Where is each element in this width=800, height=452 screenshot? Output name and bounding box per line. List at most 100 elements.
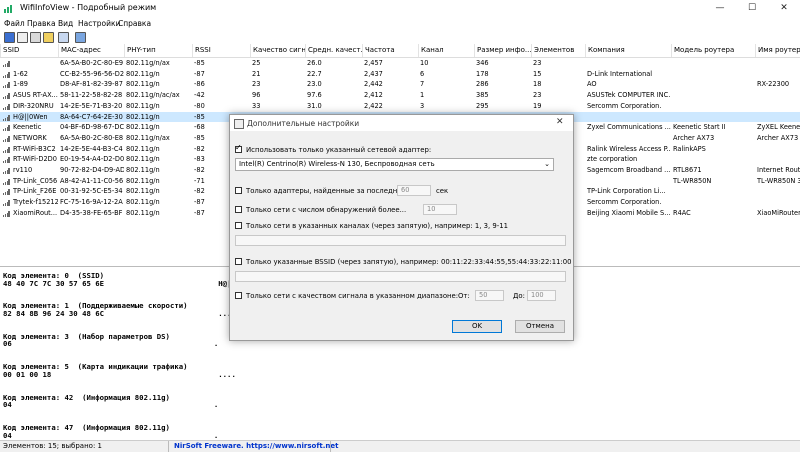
cell-elements: 18 (533, 80, 542, 89)
bssid-checkbox[interactable] (235, 258, 242, 265)
dialog-title-bar: Дополнительные настройки ✕ (230, 115, 573, 131)
column-header-router-name[interactable]: Имя роутера (755, 44, 800, 57)
column-header-elements[interactable]: Элементов (531, 44, 585, 57)
html-report-icon[interactable] (43, 32, 54, 43)
cell-router-model (671, 197, 755, 208)
cancel-button[interactable]: Отмена (515, 320, 565, 333)
cell-phy: 802.11g/n/ax (126, 59, 170, 67)
cell-phy: 802.11g/n (126, 144, 160, 153)
menu-file[interactable]: Файл (4, 17, 25, 30)
nirsoft-link[interactable]: NirSoft Freeware. https://www.nirsoft.ne… (174, 442, 338, 450)
menu-settings[interactable]: Настройки (78, 17, 120, 30)
cell-router-name (755, 101, 800, 112)
cell-router-model (671, 154, 755, 165)
channels-input[interactable] (235, 235, 566, 246)
use-adapter-checkbox[interactable] (235, 143, 242, 153)
column-header-quality[interactable]: Качество сигна... (250, 44, 305, 57)
minimize-button[interactable]: — (704, 0, 736, 17)
toolbar (0, 30, 800, 45)
cell-router-name: ZyXEL Keenetic (757, 123, 800, 132)
column-header-mac[interactable]: MAC-адрес (58, 44, 124, 57)
cell-company: Ralink Wireless Access P... (587, 144, 671, 153)
cell-phy: 802.11g/n (126, 198, 160, 207)
cell-ssid: Keenetic (13, 123, 42, 132)
cell-router-name: Internet Router (757, 166, 800, 174)
table-row[interactable]: 6A-5A-B0-2C-80-E9 802.11g/n/ax -85 25 26.0 2,… (0, 58, 800, 69)
cell-elements: 19 (533, 101, 542, 110)
column-header-rssi[interactable]: RSSI (192, 44, 250, 57)
table-row[interactable]: DIR-320NRU 14-2E-5E-71-B3-20 802.11g/n -80 3… (0, 101, 800, 112)
cell-frequency: 2,422 (364, 101, 383, 110)
cell-router-name (755, 90, 800, 101)
quality-to-input[interactable]: 100 (527, 290, 556, 301)
cell-frequency: 2,442 (364, 80, 383, 89)
cell-elements: 15 (533, 69, 542, 78)
bssid-label: Только указанные BSSID (через запятую), … (246, 258, 572, 266)
status-bar: Элементов: 15; выбрано: 1 NirSoft Freewa… (0, 440, 800, 452)
quality-checkbox[interactable] (235, 292, 242, 299)
cell-company: D-Link International (587, 69, 653, 78)
menu-edit[interactable]: Правка (27, 17, 56, 30)
hex-line: 82 84 8B 96 24 30 48 6C ...$0HI (3, 309, 250, 318)
menu-bar: Файл Правка Вид Настройки Справка (0, 17, 800, 30)
channels-checkbox[interactable] (235, 222, 242, 229)
hex-line: 06 . (3, 339, 219, 349)
detect-count-checkbox[interactable] (235, 206, 242, 213)
status-divider (330, 441, 331, 452)
cell-mac: D4-35-38-FE-65-BF (60, 208, 123, 217)
cell-elements: 23 (533, 59, 542, 67)
cell-channel: 1 (420, 91, 425, 100)
table-row[interactable]: 1-62 CC-B2-55-96-56-D2 802.11g/n -87 21 22.7 2… (0, 69, 800, 80)
signal-icon (3, 103, 10, 110)
table-row[interactable]: 1-89 D8-AF-81-82-39-87 802.11g/n -86 23 23.0 2… (0, 79, 800, 90)
column-header-frequency[interactable]: Частота (362, 44, 418, 57)
cell-mac: 90-72-82-D4-D9-AD (60, 166, 124, 174)
signal-icon (3, 200, 10, 207)
cell-router-model: Keenetic Start II (673, 123, 726, 132)
cell-rssi: -42 (194, 91, 205, 100)
cell-router-name (755, 197, 800, 208)
detect-count-input[interactable]: 10 (423, 204, 457, 215)
ok-button[interactable]: OK (452, 320, 502, 333)
column-header-phy[interactable]: PHY-тип (124, 44, 192, 57)
column-header-avg-quality[interactable]: Средн. качест... (305, 44, 362, 57)
signal-icon (3, 210, 10, 217)
sort-icon[interactable] (58, 32, 69, 43)
cell-info-size: 346 (476, 59, 489, 67)
save-icon[interactable] (4, 32, 15, 43)
menu-view[interactable]: Вид (58, 17, 73, 30)
adapter-select[interactable]: Intel(R) Centrino(R) Wireless-N 130, Бес… (235, 158, 554, 171)
close-button[interactable]: ✕ (768, 0, 800, 17)
cell-ssid: RT-WiFi-B3C2 (13, 144, 56, 153)
found-last-input[interactable]: 60 (397, 185, 431, 196)
quality-label: Только сети с качеством сигнала в указан… (246, 292, 459, 300)
table-row[interactable]: ASUS RT-AX... 58-11-22-58-82-28 802.11g/n/… (0, 90, 800, 101)
menu-help[interactable]: Справка (118, 17, 151, 30)
cell-mac: D8-AF-81-82-39-87 (60, 80, 123, 89)
column-header-info-size[interactable]: Размер инфо... (474, 44, 531, 57)
quality-from-input[interactable]: 50 (475, 290, 504, 301)
column-header-company[interactable]: Компания (585, 44, 671, 57)
bssid-input[interactable] (235, 271, 566, 282)
cell-router-name (755, 69, 800, 80)
dialog-close-icon[interactable]: ✕ (556, 117, 564, 127)
cell-router-name: TL-WR850N 3.0 (757, 176, 800, 185)
cell-ssid: TP-Link_C056 (13, 176, 58, 185)
maximize-button[interactable]: ☐ (736, 0, 768, 17)
copy-icon[interactable] (17, 32, 28, 43)
refresh-icon[interactable] (75, 32, 86, 43)
signal-icon (3, 82, 10, 89)
cell-elements: 23 (533, 91, 542, 100)
cell-phy: 802.11g/n (126, 208, 160, 217)
found-last-checkbox[interactable] (235, 187, 242, 194)
column-header-ssid[interactable]: SSID (0, 44, 58, 57)
cell-router-model: Archer AX73 (673, 133, 715, 142)
cell-router-model: R4AC (673, 208, 691, 217)
cell-phy: 802.11g/n (126, 176, 160, 185)
column-header-channel[interactable]: Канал (418, 44, 474, 57)
cell-phy: 802.11g/n (126, 80, 160, 89)
cell-ssid: rv110 (13, 166, 33, 174)
column-header-router-model[interactable]: Модель роутера (671, 44, 755, 57)
cell-mac: A8-42-A1-11-C0-56 (60, 176, 124, 185)
properties-icon[interactable] (30, 32, 41, 43)
